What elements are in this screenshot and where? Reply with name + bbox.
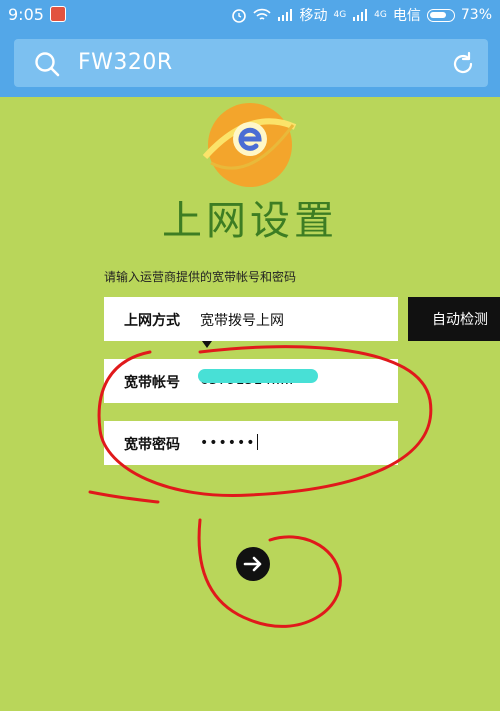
search-bar[interactable]: FW320R (14, 39, 488, 87)
search-input[interactable]: FW320R (78, 50, 173, 75)
password-value: •••••• (200, 435, 256, 451)
connection-method-value[interactable]: 宽带拨号上网 (200, 310, 284, 330)
battery-level: 73% (460, 7, 492, 23)
auto-detect-button[interactable]: 自动检测 (408, 297, 500, 341)
battery-icon (426, 8, 455, 22)
password-field[interactable]: 宽带密码 •••••• (104, 421, 398, 465)
network-type-2: 4G (374, 10, 387, 20)
password-label: 宽带密码 (124, 437, 180, 453)
status-time: 9:05 (8, 5, 44, 24)
redaction-scribble (198, 369, 318, 383)
instruction-text: 请输入运营商提供的宽带帐号和密码 (104, 270, 297, 284)
text-cursor (256, 434, 258, 450)
notification-app-icon (50, 6, 66, 22)
connection-method-select[interactable]: 上网方式 宽带拨号上网 (104, 297, 398, 348)
search-icon[interactable] (34, 51, 60, 77)
account-label: 宽带帐号 (124, 375, 180, 391)
wifi-icon (253, 8, 272, 20)
logo-icon (202, 103, 297, 187)
status-indicators: 移动 4G 4G 电信 73% (231, 5, 492, 25)
search-header: FW320R (0, 30, 500, 97)
page-title: 上网设置 (162, 198, 338, 244)
connection-method-label: 上网方式 (124, 313, 180, 329)
next-button[interactable] (236, 547, 270, 581)
signal-icon (353, 9, 368, 21)
refresh-icon[interactable] (450, 51, 476, 77)
alarm-icon (232, 9, 247, 23)
password-input[interactable]: •••••• (200, 434, 258, 451)
arrow-right-icon (243, 556, 262, 572)
status-bar: 9:05 移动 4G 4G 电信 73% (0, 0, 500, 30)
carrier-2: 电信 (392, 8, 421, 24)
carrier-1: 移动 (299, 8, 328, 24)
signal-icon (278, 9, 293, 21)
network-type-1: 4G (333, 10, 347, 20)
